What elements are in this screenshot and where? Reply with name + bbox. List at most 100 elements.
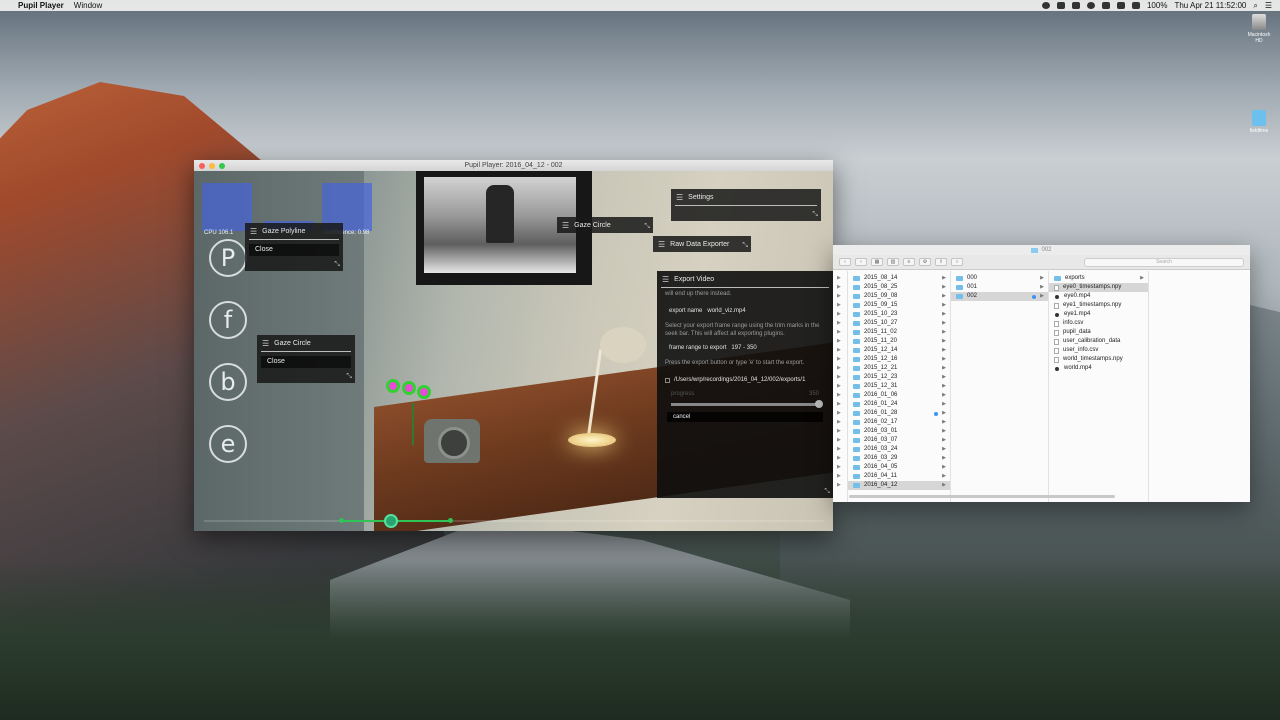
finder-list-item[interactable]: 2015_12_16 ▶ xyxy=(848,355,950,364)
notification-center-icon[interactable]: ☰ xyxy=(1265,1,1272,10)
finder-list-item[interactable]: 2015_10_27 ▶ xyxy=(848,319,950,328)
disclosure-arrow-icon[interactable]: ▶ xyxy=(833,418,847,427)
trim-start-handle[interactable] xyxy=(339,518,344,523)
menu-hamburger-icon[interactable]: ☰ xyxy=(562,221,569,230)
view-icons-button[interactable]: ▦ xyxy=(871,258,883,266)
menu-hamburger-icon[interactable]: ☰ xyxy=(658,240,665,249)
finder-list-item[interactable]: 2016_03_07 ▶ xyxy=(848,436,950,445)
disclosure-arrow-icon[interactable]: ▶ xyxy=(833,319,847,328)
finder-list-item[interactable]: 2016_04_05 ▶ xyxy=(848,463,950,472)
disclosure-arrow-icon[interactable]: ▶ xyxy=(833,436,847,445)
finder-list-item[interactable]: 2015_08_14 ▶ xyxy=(848,274,950,283)
menu-app-name[interactable]: Pupil Player xyxy=(18,1,64,10)
bluetooth-icon[interactable] xyxy=(1101,2,1110,9)
finder-list-item[interactable]: 2015_08_25 ▶ xyxy=(848,283,950,292)
disclosure-arrow-icon[interactable]: ▶ xyxy=(833,337,847,346)
spotlight-icon[interactable]: ⌕ xyxy=(1253,1,1257,11)
desktop-folder-icon[interactable]: fieldtime xyxy=(1244,110,1274,134)
finder-list-item[interactable]: eye1.mp4 xyxy=(1049,310,1148,319)
finder-list-item[interactable]: 2015_12_31 ▶ xyxy=(848,382,950,391)
finder-list-item[interactable]: eye1_timestamps.npy xyxy=(1049,301,1148,310)
disclosure-arrow-icon[interactable]: ▶ xyxy=(833,445,847,454)
gaze-circle-close-button[interactable]: Close xyxy=(261,356,351,368)
finder-list-item[interactable]: 2016_01_24 ▶ xyxy=(848,400,950,409)
progress-knob[interactable] xyxy=(815,400,823,408)
finder-list-item[interactable]: 2016_03_24 ▶ xyxy=(848,445,950,454)
menu-window[interactable]: Window xyxy=(74,1,102,10)
disclosure-arrow-icon[interactable]: ▶ xyxy=(833,373,847,382)
finder-list-item[interactable]: 2015_12_21 ▶ xyxy=(848,364,950,373)
menu-hamburger-icon[interactable]: ☰ xyxy=(250,227,257,236)
finder-list-item[interactable]: 001 ▶ xyxy=(951,283,1048,292)
finder-list-item[interactable]: 2015_09_08 ▶ xyxy=(848,292,950,301)
disclosure-arrow-icon[interactable]: ▶ xyxy=(833,454,847,463)
plugin-toggle-b-button[interactable]: b xyxy=(209,363,247,401)
finder-list-item[interactable]: 2015_11_20 ▶ xyxy=(848,337,950,346)
finder-list-item[interactable]: info.csv xyxy=(1049,319,1148,328)
finder-list-item[interactable]: 2015_10_23 ▶ xyxy=(848,310,950,319)
menu-hamburger-icon[interactable]: ☰ xyxy=(662,275,669,284)
disclosure-arrow-icon[interactable]: ▶ xyxy=(833,292,847,301)
gaze-polyline-close-button[interactable]: Close xyxy=(249,244,339,256)
app-tray-icon[interactable] xyxy=(1056,2,1065,9)
export-name-value[interactable]: world_viz.mp4 xyxy=(707,308,745,314)
disclosure-arrow-icon[interactable]: ▶ xyxy=(833,355,847,364)
finder-list-item[interactable]: world_timestamps.npy xyxy=(1049,355,1148,364)
disclosure-arrow-icon[interactable]: ▶ xyxy=(833,274,847,283)
disclosure-arrow-icon[interactable]: ▶ xyxy=(833,409,847,418)
record-icon[interactable] xyxy=(1041,2,1050,9)
frame-range-field[interactable]: frame range to export 197 - 350 xyxy=(657,340,833,356)
world-video[interactable]: CPU 106.1 Confidence: 0.98 P f b e ☰ Gaz… xyxy=(194,171,833,531)
playhead-handle[interactable] xyxy=(384,514,398,528)
gaze-circle-collapsed-header[interactable]: ☰ Gaze Circle xyxy=(557,217,653,233)
battery-percent[interactable]: 100% xyxy=(1147,1,1167,10)
resize-icon[interactable]: ⤡ xyxy=(346,373,352,381)
finder-list-item[interactable]: 2016_04_12 ▶ xyxy=(848,481,950,490)
share-button[interactable]: ⇧ xyxy=(935,258,947,266)
finder-list-item[interactable]: exports ▶ xyxy=(1049,274,1148,283)
player-titlebar[interactable]: Pupil Player: 2016_04_12 - 002 xyxy=(194,160,833,171)
plugin-toggle-e-button[interactable]: e xyxy=(209,425,247,463)
finder-list-item[interactable]: 2016_01_06 ▶ xyxy=(848,391,950,400)
resize-icon[interactable]: ⤡ xyxy=(644,223,650,231)
finder-titlebar[interactable]: 002 xyxy=(833,245,1250,255)
disclosure-arrow-icon[interactable]: ▶ xyxy=(833,382,847,391)
frame-range-value[interactable]: 197 - 350 xyxy=(731,345,756,351)
raw-data-exporter-menu[interactable]: ☰ Raw Data Exporter ⤡ xyxy=(653,236,751,252)
raw-data-exporter-header[interactable]: ☰ Raw Data Exporter xyxy=(653,236,751,252)
finder-list-item[interactable]: eye0_timestamps.npy xyxy=(1049,283,1148,292)
disclosure-arrow-icon[interactable]: ▶ xyxy=(833,427,847,436)
disclosure-arrow-icon[interactable]: ▶ xyxy=(833,472,847,481)
finder-list-item[interactable]: 002 ▶ xyxy=(951,292,1048,301)
clock[interactable]: Thu Apr 21 11:52:00 xyxy=(1174,1,1246,10)
disclosure-arrow-icon[interactable]: ▶ xyxy=(833,328,847,337)
disclosure-arrow-icon[interactable]: ▶ xyxy=(833,400,847,409)
gaze-circle-collapsed-menu[interactable]: ☰ Gaze Circle ⤡ xyxy=(557,217,653,233)
trim-end-handle[interactable] xyxy=(448,518,453,523)
finder-list-item[interactable]: 2016_03_29 ▶ xyxy=(848,454,950,463)
finder-list-item[interactable]: 2016_02_17 ▶ xyxy=(848,418,950,427)
finder-list-item[interactable]: pupil_data xyxy=(1049,328,1148,337)
disclosure-arrow-icon[interactable]: ▶ xyxy=(833,364,847,373)
tag-button[interactable]: ○ xyxy=(951,258,963,266)
arrange-button[interactable]: ≡ xyxy=(903,258,915,266)
disclosure-arrow-icon[interactable]: ▶ xyxy=(833,283,847,292)
finder-search-input[interactable]: Search xyxy=(1084,257,1244,267)
finder-list-item[interactable]: 2016_03_01 ▶ xyxy=(848,427,950,436)
finder-list-item[interactable]: user_info.csv xyxy=(1049,346,1148,355)
finder-list-item[interactable]: 2015_09_15 ▶ xyxy=(848,301,950,310)
plugin-toggle-f-button[interactable]: f xyxy=(209,301,247,339)
finder-list-item[interactable]: 2015_12_14 ▶ xyxy=(848,346,950,355)
export-name-field[interactable]: export name world_viz.mp4 xyxy=(657,303,833,319)
view-columns-button[interactable]: ▥ xyxy=(887,258,899,266)
finder-list-item[interactable]: 2015_12_23 ▶ xyxy=(848,373,950,382)
cancel-export-button[interactable]: cancel xyxy=(667,412,823,422)
time-machine-icon[interactable] xyxy=(1086,2,1095,9)
finder-horizontal-scrollbar[interactable] xyxy=(849,495,1115,498)
seek-bar[interactable] xyxy=(204,514,824,528)
settings-header[interactable]: ☰ Settings xyxy=(671,189,821,205)
finder-list-item[interactable]: world.mp4 xyxy=(1049,364,1148,373)
finder-list-item[interactable]: 000 ▶ xyxy=(951,274,1048,283)
action-gear-button[interactable]: ⚙ xyxy=(919,258,931,266)
finder-list-item[interactable]: eye0.mp4 xyxy=(1049,292,1148,301)
